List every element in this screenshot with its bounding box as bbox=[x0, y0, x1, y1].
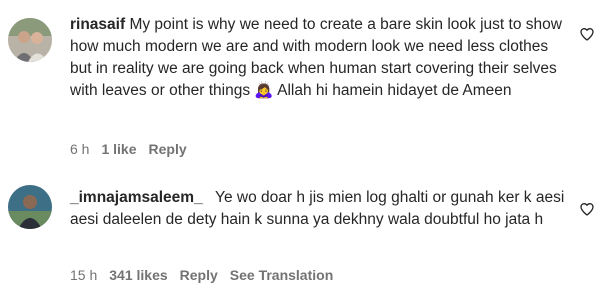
comment-item: rinasaif My point is why we need to crea… bbox=[0, 0, 603, 170]
comment-meta: 15 h 341 likes Reply See Translation bbox=[70, 267, 333, 283]
avatar-image bbox=[8, 18, 52, 62]
comment-time: 15 h bbox=[70, 267, 98, 283]
avatar[interactable] bbox=[8, 185, 52, 229]
comment-likes[interactable]: 341 likes bbox=[109, 267, 167, 283]
avatar-image bbox=[8, 185, 52, 229]
see-translation-button[interactable]: See Translation bbox=[230, 267, 333, 283]
comment-meta: 6 h 1 like Reply bbox=[70, 141, 199, 157]
comment-username[interactable]: rinasaif bbox=[70, 16, 125, 33]
comment-text: rinasaif My point is why we need to crea… bbox=[70, 14, 570, 102]
avatar[interactable] bbox=[8, 18, 52, 62]
reply-button[interactable]: Reply bbox=[180, 267, 218, 283]
comment-username[interactable]: _imnajamsaleem_ bbox=[70, 189, 203, 206]
heart-outline-icon[interactable] bbox=[579, 201, 595, 217]
heart-outline-icon[interactable] bbox=[579, 26, 595, 42]
comment-text: _imnajamsaleem_ Ye wo doar h jis mien lo… bbox=[70, 187, 570, 231]
comment-item: _imnajamsaleem_ Ye wo doar h jis mien lo… bbox=[0, 170, 603, 293]
reply-button[interactable]: Reply bbox=[149, 141, 187, 157]
comment-likes[interactable]: 1 like bbox=[101, 141, 136, 157]
comment-time: 6 h bbox=[70, 141, 90, 157]
comment-body: My point is why we need to create a bare… bbox=[70, 16, 562, 99]
